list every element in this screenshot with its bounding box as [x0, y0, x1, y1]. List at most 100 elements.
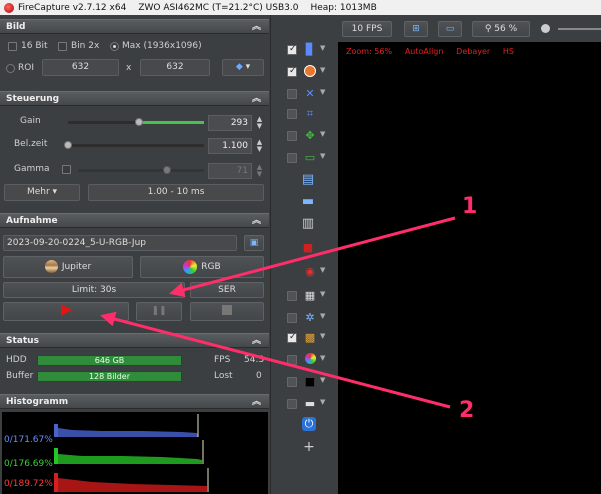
power-icon[interactable]: ⏻ [302, 417, 316, 431]
gain-spinner[interactable]: ▲ ▼ [255, 116, 264, 130]
roi-width-field[interactable]: 632 [42, 59, 119, 76]
histogram-overlay-checkbox[interactable] [287, 44, 297, 55]
fps-button[interactable]: 10 FPS [342, 21, 392, 37]
belzeit-slider-knob[interactable] [64, 141, 72, 149]
target-icon[interactable]: ◉ [303, 265, 317, 279]
chevron-down-icon[interactable]: ▼ [320, 354, 325, 362]
belzeit-spinner[interactable]: ▲ ▼ [255, 139, 264, 153]
crosshair-icon[interactable]: ✕ [303, 87, 317, 101]
collapse-icon[interactable]: ︽ [252, 20, 261, 34]
zoom-slider-track[interactable] [558, 28, 601, 30]
pause-button[interactable]: ❚❚ [136, 302, 182, 321]
tool-row-barcode: ▦ ▼ [273, 287, 337, 305]
roi-height-field[interactable]: 632 [140, 59, 210, 76]
object-jupiter-button[interactable]: Jupiter [3, 256, 133, 278]
section-status-header[interactable]: Status ︽ [0, 333, 269, 348]
collapse-icon[interactable]: ︽ [252, 334, 261, 348]
crosshair-checkbox[interactable] [287, 89, 297, 99]
stop-capture-button[interactable] [190, 302, 264, 321]
belzeit-slider-track[interactable] [68, 144, 204, 147]
chevron-down-icon[interactable]: ▼ [320, 312, 325, 320]
max-radio[interactable] [110, 42, 119, 51]
focus-icon[interactable]: ✥ [303, 129, 317, 143]
hist-blue-body [58, 428, 198, 437]
gamma-slider-knob[interactable] [163, 166, 171, 174]
collapse-icon[interactable]: ︽ [252, 92, 261, 106]
folder-settings-icon[interactable]: ▣ [244, 235, 264, 251]
section-histogramm-header[interactable]: Histogramm ︽ [0, 394, 269, 409]
chevron-down-icon[interactable]: ▼ [320, 152, 325, 160]
camera-preview[interactable] [338, 42, 601, 494]
settings-checkbox[interactable] [287, 313, 297, 323]
chevron-down-icon[interactable]: ▼ [320, 398, 325, 406]
rgb-color-wheel-icon [183, 259, 198, 274]
buffer-label: Buffer [6, 371, 34, 381]
planet-target-icon[interactable] [303, 65, 317, 79]
filename-field[interactable]: 2023-09-20-0224_5-U-RGB-Jup [3, 235, 237, 251]
histogram-blue-channel [54, 414, 199, 437]
section-steuerung-header[interactable]: Steuerung ︽ [0, 91, 269, 106]
gamma-checkbox[interactable] [62, 165, 71, 174]
start-capture-button[interactable] [3, 302, 129, 321]
minus-checkbox[interactable] [287, 399, 297, 409]
ser-format-button[interactable]: SER [190, 282, 264, 298]
settings-gear-icon[interactable]: ✲ [303, 311, 317, 325]
color-checkbox[interactable] [287, 332, 297, 343]
bit16-checkbox[interactable] [8, 42, 17, 51]
planet-checkbox[interactable] [287, 66, 297, 77]
fit-screen-icon[interactable]: ⊞ [404, 21, 428, 37]
zoom-button[interactable]: ⚲ 56 % [472, 21, 530, 37]
chevron-down-icon[interactable]: ▼ [320, 290, 325, 298]
exposure-range-dropdown[interactable]: 1.00 - 10 ms [88, 184, 264, 201]
bar-chart-icon[interactable]: ▊ [303, 43, 317, 57]
monitor-icon[interactable]: ▭ [438, 21, 462, 37]
color-grid-icon[interactable]: ▩ [303, 331, 317, 345]
rgb-filter-button[interactable]: RGB [140, 256, 264, 278]
barcode-icon[interactable]: ▦ [303, 289, 317, 303]
black-checkbox[interactable] [287, 377, 297, 387]
belzeit-value-field[interactable]: 1.100 [208, 138, 252, 154]
belzeit-label: Bel.zeit [14, 139, 48, 149]
gamma-slider-track[interactable] [78, 169, 204, 172]
roi-radio[interactable] [6, 64, 15, 73]
wheel-checkbox[interactable] [287, 355, 297, 365]
overlay-zoom: Zoom: 56% [346, 47, 393, 56]
chevron-down-icon[interactable]: ▼ [320, 332, 325, 340]
profile-checkbox[interactable] [287, 153, 297, 163]
focus-checkbox[interactable] [287, 131, 297, 141]
bit16-label: 16 Bit [21, 41, 48, 51]
chevron-down-icon[interactable]: ▼ [320, 376, 325, 384]
color-wheel-icon[interactable] [303, 353, 317, 367]
bin2x-checkbox[interactable] [58, 42, 67, 51]
gamma-spinner[interactable]: ▲ ▼ [255, 164, 264, 178]
title-bar: FireCapture v2.7.12 x64 ZWO ASI462MC (T=… [0, 0, 601, 15]
bin2x-label: Bin 2x [71, 41, 100, 51]
folder-icon[interactable]: ▬ [301, 195, 315, 209]
section-bild-header[interactable]: Bild ︽ [0, 19, 269, 34]
chevron-down-icon[interactable]: ▼ [320, 130, 325, 138]
collapse-icon[interactable]: ︽ [252, 395, 261, 409]
gamma-value-field[interactable]: 71 [208, 163, 252, 179]
grid-checkbox[interactable] [287, 109, 297, 119]
chevron-down-icon[interactable]: ▼ [320, 44, 325, 52]
section-aufnahme-header[interactable]: Aufnahme ︽ [0, 213, 269, 228]
grid-icon[interactable]: ⌗ [303, 107, 317, 121]
record-icon[interactable]: ■ [301, 241, 315, 255]
chevron-down-icon[interactable]: ▼ [320, 266, 325, 274]
profile-icon[interactable]: ▭ [303, 151, 317, 165]
chevron-down-icon[interactable]: ▼ [320, 66, 325, 74]
gain-slider-knob[interactable] [134, 118, 143, 126]
mehr-dropdown[interactable]: Mehr ▾ [4, 184, 80, 201]
limit-button[interactable]: Limit: 30s [3, 282, 185, 298]
black-square-icon[interactable]: ■ [303, 375, 317, 389]
barcode-checkbox[interactable] [287, 291, 297, 301]
minus-bar-icon[interactable]: ▬ [303, 397, 317, 411]
gain-value-field[interactable]: 293 [208, 115, 252, 131]
zoom-slider-knob[interactable] [541, 24, 550, 33]
chevron-down-icon[interactable]: ▼ [320, 88, 325, 96]
trash-icon[interactable]: ▥ [301, 217, 315, 231]
calendar-icon[interactable]: ▤ [301, 173, 315, 187]
add-icon[interactable]: + [302, 440, 316, 454]
collapse-icon[interactable]: ︽ [252, 214, 261, 228]
roi-preset-dropdown[interactable]: ◆ ▾ [222, 59, 264, 76]
